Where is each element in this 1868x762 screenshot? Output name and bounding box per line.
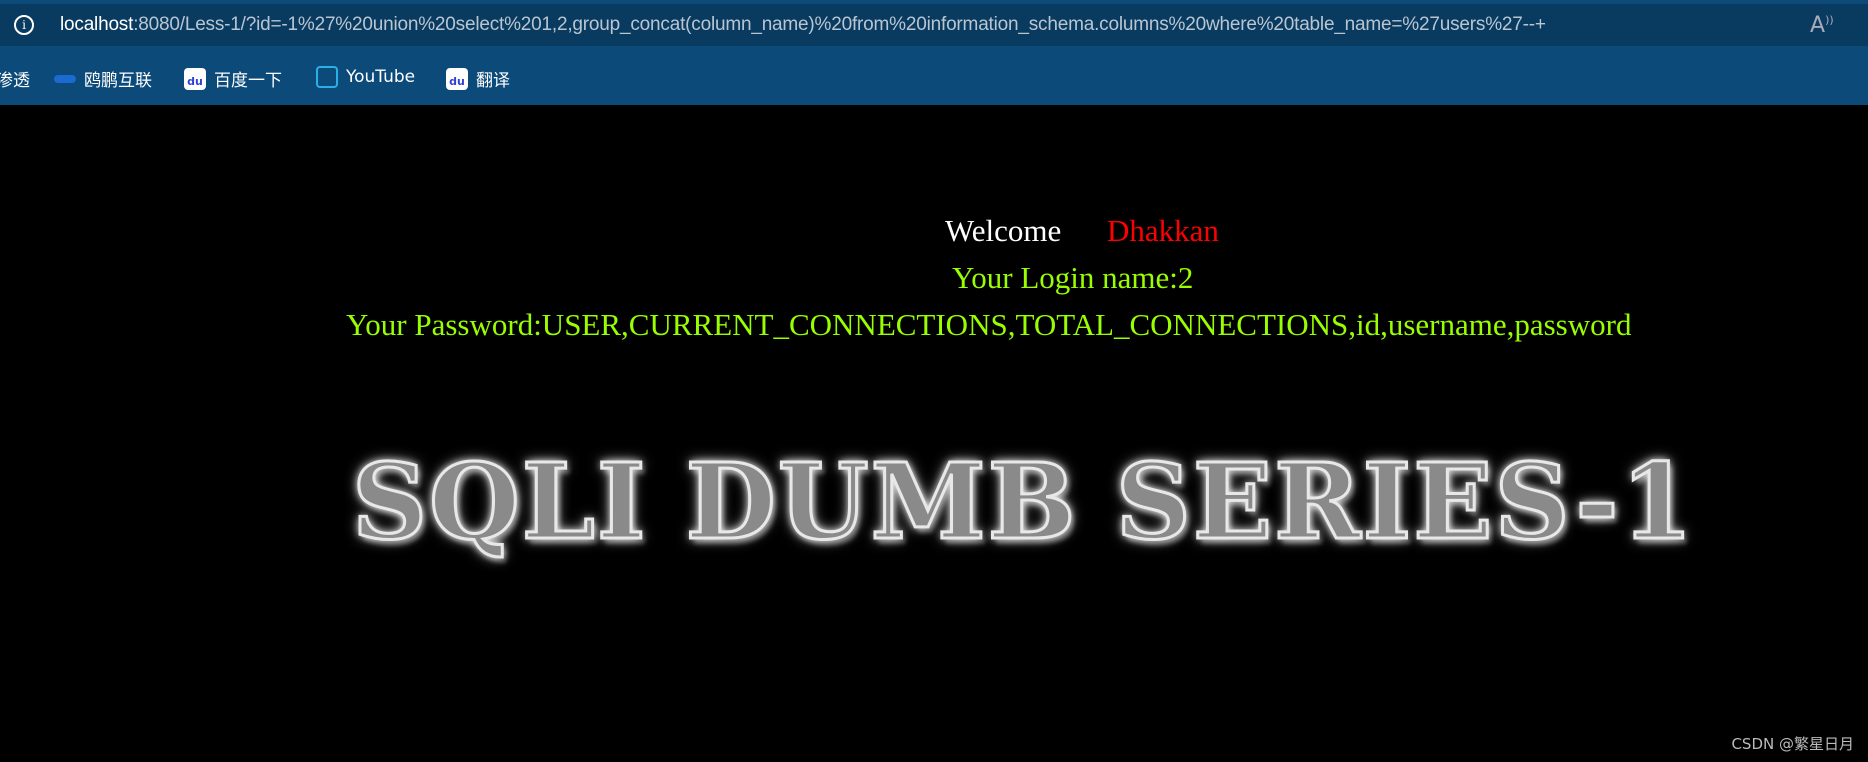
url-host: localhost	[60, 14, 134, 35]
bookmark-item[interactable]: YouTube	[316, 66, 415, 88]
bookmark-label: 鸥鹏互联	[84, 71, 152, 91]
browser-toolbar: i localhost:8080/Less-1/?id=-1%27%20unio…	[0, 0, 1868, 48]
bookmark-item[interactable]: 鸥鹏互联	[54, 66, 152, 91]
welcome-text: Welcome	[945, 213, 1062, 248]
bookmark-label: 翻译	[476, 71, 510, 91]
pengpeng-icon	[54, 74, 76, 83]
baidu-icon: du	[184, 67, 206, 90]
login-name: Your Login name:2	[952, 260, 1194, 295]
address-bar[interactable]: i localhost:8080/Less-1/?id=-1%27%20unio…	[0, 4, 1868, 46]
bookmark-item[interactable]: du 百度一下	[184, 66, 282, 91]
password-output: Your Password:USER,CURRENT_CONNECTIONS,T…	[346, 307, 1632, 342]
read-aloud-icon[interactable]: A))	[1810, 13, 1834, 38]
bookmark-item[interactable]: du 翻译	[446, 66, 510, 91]
bookmark-label: 百度一下	[214, 71, 282, 91]
url-path: :8080/Less-1/?id=-1%27%20union%20select%…	[133, 14, 1546, 35]
bookmark-label: YouTube	[346, 67, 416, 87]
bookmark-item[interactable]: 渗透	[0, 66, 30, 91]
bookmark-label: 渗透	[0, 71, 30, 91]
page-content: Welcome Dhakkan Your Login name:2 Your P…	[0, 105, 1868, 762]
sqli-banner: SQLI DUMB SERIES-1	[351, 439, 1695, 565]
bilibili-icon	[316, 66, 338, 88]
info-icon[interactable]: i	[14, 15, 34, 35]
bookmarks-bar: 渗透 鸥鹏互联 du 百度一下 YouTube du 翻译	[0, 48, 1868, 105]
url-text[interactable]: localhost:8080/Less-1/?id=-1%27%20union%…	[60, 14, 1546, 36]
baidu-icon: du	[446, 67, 468, 90]
user-name: Dhakkan	[1107, 213, 1219, 248]
watermark: CSDN @繁星日月	[1731, 735, 1854, 753]
